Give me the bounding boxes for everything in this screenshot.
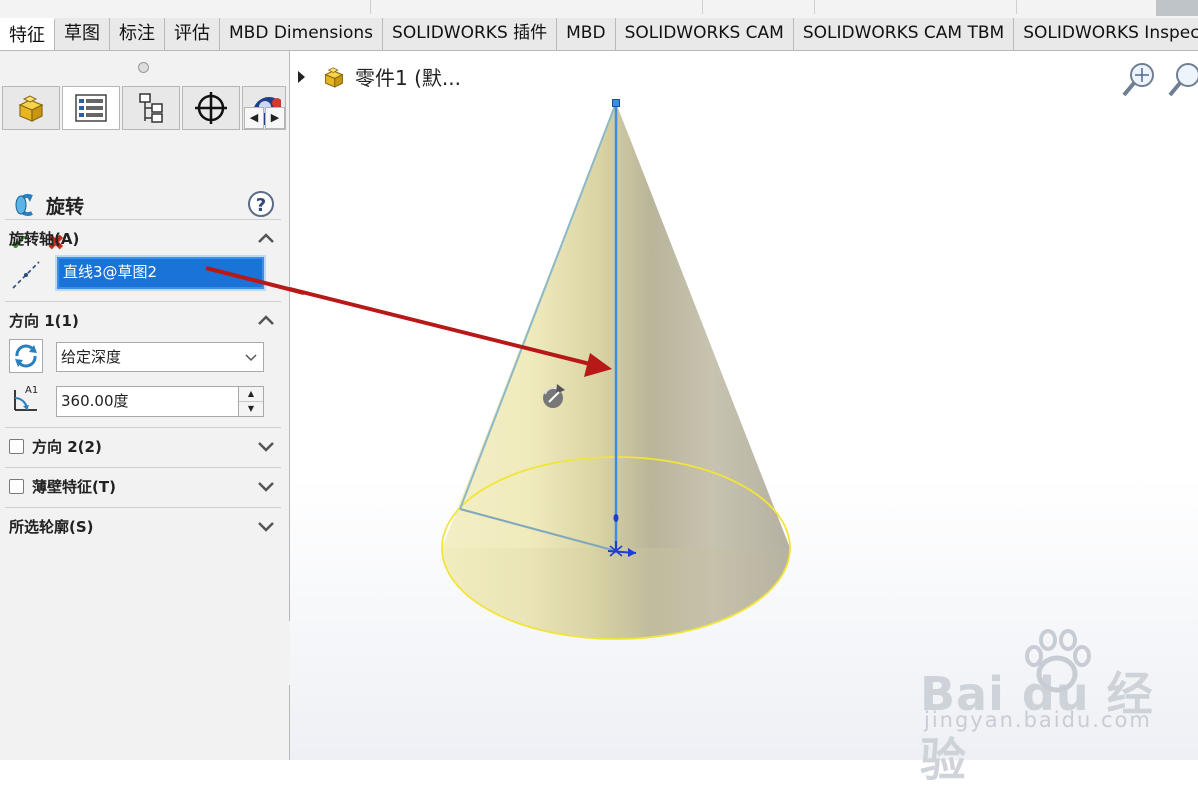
chevron-up-icon[interactable]	[257, 311, 275, 329]
property-manager-panel: ◀ ▶ 旋转 ? ✔ ✖ 旋转轴(A) 直线3@草图2 方向 1(1) 给定深度…	[0, 51, 290, 760]
thin-feature-section: 薄壁特征(T)	[5, 467, 281, 508]
direction2-title: 方向 2(2)	[32, 437, 102, 456]
selected-contours-title: 所选轮廓(S)	[9, 517, 94, 536]
chevron-down-icon[interactable]	[257, 517, 275, 535]
selected-contours-section: 所选轮廓(S)	[5, 507, 281, 548]
angle-input[interactable]: 360.00度 ▲ ▼	[56, 386, 264, 417]
selected-contours-header[interactable]: 所选轮廓(S)	[5, 508, 281, 544]
feature-title: 旋转	[46, 195, 85, 218]
end-condition-select[interactable]: 给定深度	[56, 342, 264, 372]
spin-down-icon[interactable]: ▼	[239, 402, 263, 417]
annotation-arrow-start	[205, 266, 304, 295]
thin-feature-title: 薄壁特征(T)	[32, 477, 116, 496]
configurationmanager-icon	[139, 93, 163, 123]
feature-title-row: 旋转	[10, 189, 84, 221]
tab-solidworks-cam[interactable]: SOLIDWORKS CAM	[616, 18, 794, 50]
tab-mbd[interactable]: MBD	[557, 18, 616, 50]
direction2-checkbox[interactable]	[9, 438, 24, 454]
direction1-section-header[interactable]: 方向 1(1)	[5, 302, 281, 338]
help-button[interactable]: ?	[248, 191, 274, 217]
featuremanager-icon	[18, 95, 44, 122]
watermark-url: jingyan.baidu.com	[924, 708, 1152, 732]
toolbar-end-block	[1156, 0, 1198, 16]
axis-section-header[interactable]: 旋转轴(A)	[5, 220, 281, 256]
thin-feature-checkbox[interactable]	[9, 478, 24, 494]
scroll-left-arrow-icon[interactable]: ◀	[244, 107, 264, 129]
propertymanager-tab[interactable]	[62, 86, 120, 130]
featuremanager-tab[interactable]	[2, 86, 60, 130]
chevron-down-icon[interactable]	[257, 437, 275, 455]
angle-value: 360.00度	[61, 392, 129, 410]
direction2-section-header[interactable]: 方向 2(2)	[5, 428, 281, 464]
toolbar-strip	[0, 0, 1198, 19]
thin-feature-header[interactable]: 薄壁特征(T)	[5, 468, 281, 504]
toolbar-segment	[160, 0, 371, 14]
direction2-section: 方向 2(2)	[5, 427, 281, 468]
axis-endpoint-handle[interactable]	[612, 99, 620, 107]
configurationmanager-tab[interactable]	[122, 86, 180, 130]
spin-up-icon[interactable]: ▲	[239, 387, 263, 402]
chevron-down-icon[interactable]	[257, 477, 275, 495]
direction1-section: 方向 1(1) 给定深度 A1 360.00度 ▲ ▼	[5, 301, 281, 428]
tab-markup[interactable]: 标注	[110, 18, 165, 50]
revolve-icon	[15, 194, 33, 216]
axis-section-title: 旋转轴(A)	[9, 229, 80, 248]
scroll-right-arrow-icon[interactable]: ▶	[265, 107, 285, 129]
manager-tab-scroll: ◀ ▶	[244, 107, 286, 129]
chevron-up-icon[interactable]	[257, 229, 275, 247]
command-tab-bar: 特征 草图 标注 评估 MBD Dimensions SOLIDWORKS 插件…	[0, 18, 1198, 51]
tab-sketch[interactable]: 草图	[55, 18, 110, 50]
tab-mbd-dimensions[interactable]: MBD Dimensions	[220, 18, 384, 50]
tab-features[interactable]: 特征	[0, 18, 55, 50]
angle-icon: A1	[14, 385, 38, 411]
baidu-watermark: Bai du 经验 jingyan.baidu.com	[920, 628, 1180, 787]
toolbar-segment	[816, 0, 1017, 14]
reverse-direction-button[interactable]	[9, 339, 43, 373]
axis-line-icon	[12, 261, 40, 289]
svg-text:A1: A1	[25, 385, 38, 396]
axis-midpoint-marker	[613, 514, 619, 522]
tab-solidworks-cam-tbm[interactable]: SOLIDWORKS CAM TBM	[794, 18, 1015, 50]
reverse-direction-icon	[15, 344, 37, 368]
end-condition-value: 给定深度	[61, 348, 122, 366]
toolbar-segment	[704, 0, 815, 14]
chevron-down-icon	[245, 354, 257, 362]
tab-evaluate[interactable]: 评估	[165, 18, 220, 50]
tab-solidworks-addins[interactable]: SOLIDWORKS 插件	[383, 18, 558, 50]
toolbar-segment	[372, 0, 703, 14]
cone-base-surface	[442, 548, 790, 639]
panel-grip-handle[interactable]	[138, 62, 149, 73]
angle-spinner[interactable]: ▲ ▼	[238, 387, 263, 416]
propertymanager-icon	[75, 94, 107, 122]
dimxpert-tab[interactable]	[182, 86, 240, 130]
tab-solidworks-inspection[interactable]: SOLIDWORKS Inspec	[1014, 18, 1198, 50]
direction1-title: 方向 1(1)	[9, 311, 79, 330]
dimxpert-icon	[195, 92, 227, 124]
